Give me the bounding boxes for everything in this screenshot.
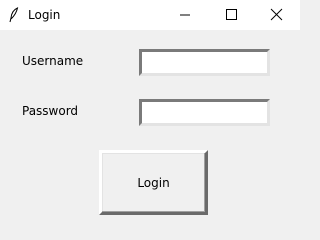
title-bar[interactable]: Login — [0, 0, 300, 30]
maximize-button[interactable] — [208, 0, 254, 30]
login-window: Login Username Password Login — [0, 0, 300, 230]
window-title: Login — [28, 8, 61, 22]
feather-icon — [9, 7, 19, 23]
password-label: Password — [22, 104, 79, 118]
close-icon — [270, 8, 283, 21]
username-field[interactable] — [139, 49, 270, 76]
minimize-button[interactable] — [162, 0, 208, 30]
minimize-icon — [180, 14, 190, 16]
close-button[interactable] — [254, 0, 300, 30]
maximize-icon — [226, 9, 237, 20]
username-label: Username — [22, 54, 84, 68]
password-field[interactable] — [139, 99, 270, 126]
login-button[interactable]: Login — [99, 150, 208, 215]
